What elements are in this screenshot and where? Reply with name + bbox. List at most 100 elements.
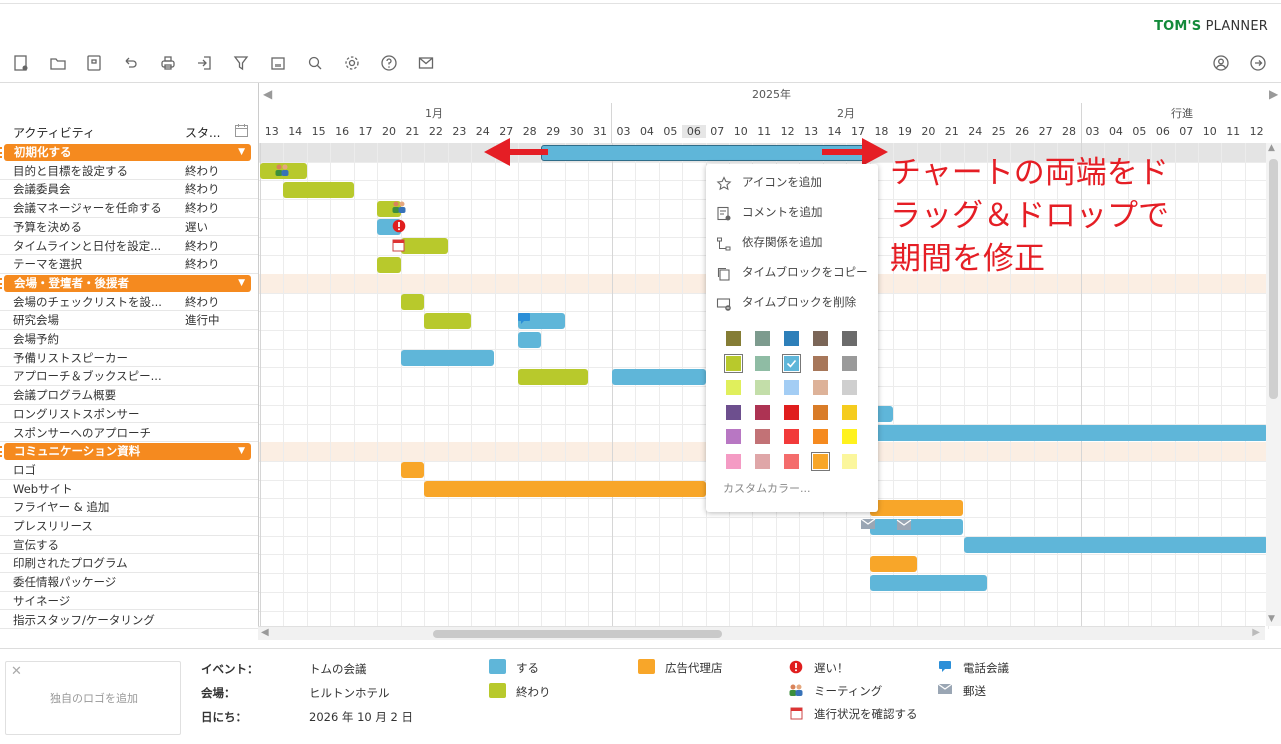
menu-item[interactable]: 依存関係を追加 xyxy=(706,228,878,256)
time-block[interactable] xyxy=(846,425,1269,441)
task-row[interactable]: ロングリストスポンサー xyxy=(0,405,258,424)
task-row[interactable]: フライヤー & 追加 xyxy=(0,498,258,517)
calendar-icon[interactable] xyxy=(234,123,249,141)
task-row[interactable]: 予備リストスピーカー xyxy=(0,349,258,368)
task-row[interactable]: プレスリリース xyxy=(0,517,258,536)
save-icon[interactable] xyxy=(83,52,105,74)
task-status[interactable]: 終わり xyxy=(185,162,245,180)
day-label[interactable]: 28 xyxy=(1057,125,1081,138)
color-swatch[interactable] xyxy=(784,429,799,444)
color-swatch[interactable] xyxy=(782,353,801,373)
time-block[interactable] xyxy=(869,555,917,572)
task-row[interactable]: 指示スタッフ/ケータリング xyxy=(0,611,258,629)
group-row[interactable]: 初期化する ▼ xyxy=(0,143,258,162)
task-label[interactable]: 会議委員会 xyxy=(13,180,173,198)
task-label[interactable]: 目的と目標を設定する xyxy=(13,162,173,180)
task-label[interactable]: 会議プログラム概要 xyxy=(13,386,173,404)
task-status[interactable]: 遅い xyxy=(185,218,245,236)
color-swatch[interactable] xyxy=(726,404,741,420)
day-label[interactable]: 12 xyxy=(1245,125,1269,138)
color-swatch[interactable] xyxy=(842,453,857,469)
folder-icon[interactable] xyxy=(47,52,69,74)
task-label[interactable]: 指示スタッフ/ケータリング xyxy=(13,611,173,629)
day-label[interactable]: 24 xyxy=(964,125,988,138)
day-label[interactable]: 23 xyxy=(448,125,472,138)
task-row[interactable]: サイネージ xyxy=(0,592,258,611)
color-swatch[interactable] xyxy=(726,429,741,444)
time-block[interactable] xyxy=(869,518,964,535)
color-swatch[interactable] xyxy=(755,429,770,444)
scroll-right-arrow-icon[interactable]: ▶ xyxy=(1252,627,1260,638)
day-label[interactable]: 06 xyxy=(1151,125,1175,138)
task-row[interactable]: 予算を決める 遅い xyxy=(0,218,258,237)
color-swatch[interactable] xyxy=(813,380,828,395)
time-block[interactable] xyxy=(400,350,495,367)
menu-item[interactable]: タイムブロックを削除 xyxy=(706,288,878,316)
filter-icon[interactable] xyxy=(230,52,252,74)
day-label[interactable]: 22 xyxy=(424,125,448,138)
color-swatch[interactable] xyxy=(784,380,799,395)
color-swatch[interactable] xyxy=(784,331,799,346)
task-status[interactable]: 終わり xyxy=(185,293,245,311)
logo-upload-box[interactable]: ✕ 独自のロゴを追加 xyxy=(5,661,181,735)
time-block[interactable] xyxy=(377,256,401,273)
task-label[interactable]: Webサイト xyxy=(13,480,173,498)
color-swatch[interactable] xyxy=(726,331,741,346)
task-row[interactable]: 会場のチェックリストを設... 終わり xyxy=(0,293,258,312)
task-label[interactable]: テーマを選択 xyxy=(13,255,173,273)
day-label[interactable]: 17 xyxy=(354,125,378,138)
export-icon[interactable] xyxy=(193,52,215,74)
day-label[interactable]: 25 xyxy=(987,125,1011,138)
task-label[interactable]: ロングリストスポンサー xyxy=(13,405,173,423)
task-status[interactable]: 終わり xyxy=(185,255,245,273)
group-row[interactable]: 会場・登壇者・後援者 ▼ xyxy=(0,274,258,293)
time-block[interactable] xyxy=(611,368,706,385)
task-row[interactable]: 研究会場 進行中 xyxy=(0,311,258,330)
task-label[interactable]: 会議マネージャーを任命する xyxy=(13,199,173,217)
group-row[interactable]: コミュニケーション資料 ▼ xyxy=(0,442,258,461)
color-swatch[interactable] xyxy=(842,429,857,444)
horizontal-scroll-thumb[interactable] xyxy=(433,630,722,638)
color-swatch[interactable] xyxy=(811,451,830,471)
time-block[interactable] xyxy=(517,368,589,385)
day-label[interactable]: 16 xyxy=(330,125,354,138)
task-row[interactable]: 会議プログラム概要 xyxy=(0,386,258,405)
day-label[interactable]: 20 xyxy=(917,125,941,138)
task-row[interactable]: 会議委員会 終わり xyxy=(0,180,258,200)
task-label[interactable]: 宣伝する xyxy=(13,536,173,554)
color-swatch[interactable] xyxy=(726,380,741,395)
mail-icon[interactable] xyxy=(415,52,437,74)
day-label[interactable]: 10 xyxy=(1198,125,1222,138)
chevron-down-icon[interactable]: ▼ xyxy=(238,275,245,292)
print-icon[interactable] xyxy=(157,52,179,74)
task-label[interactable]: フライヤー & 追加 xyxy=(13,498,173,516)
help-icon[interactable] xyxy=(378,52,400,74)
day-label[interactable]: 07 xyxy=(1175,125,1199,138)
time-block[interactable] xyxy=(869,499,964,516)
task-label[interactable]: スポンサーへのアプローチ xyxy=(13,424,173,442)
chevron-down-icon[interactable]: ▼ xyxy=(238,144,245,161)
day-label[interactable]: 11 xyxy=(1221,125,1245,138)
task-row[interactable]: ロゴ xyxy=(0,461,258,480)
task-row[interactable]: 印刷されたプログラム xyxy=(0,554,258,574)
color-swatch[interactable] xyxy=(813,404,828,420)
day-label[interactable]: 05 xyxy=(1128,125,1152,138)
color-swatch[interactable] xyxy=(813,429,828,444)
day-label[interactable]: 21 xyxy=(940,125,964,138)
task-row[interactable]: スポンサーへのアプローチ xyxy=(0,424,258,443)
color-swatch[interactable] xyxy=(784,404,799,420)
color-swatch[interactable] xyxy=(726,453,741,469)
task-label[interactable]: タイムラインと日付を設定... xyxy=(13,237,173,255)
day-label[interactable]: 14 xyxy=(283,125,307,138)
chevron-down-icon[interactable]: ▼ xyxy=(238,443,245,460)
task-status[interactable]: 終わり xyxy=(185,237,245,255)
color-swatch[interactable] xyxy=(755,355,770,371)
drag-handle-icon[interactable] xyxy=(0,446,3,458)
day-label[interactable]: 27 xyxy=(1034,125,1058,138)
day-label[interactable]: 15 xyxy=(307,125,331,138)
horizontal-scrollbar[interactable]: ◀ ▶ xyxy=(258,626,1265,640)
time-block[interactable] xyxy=(963,537,1269,554)
activity-column-header[interactable]: アクティビティ xyxy=(13,124,95,141)
task-status[interactable]: 終わり xyxy=(185,180,245,198)
time-block[interactable] xyxy=(283,181,354,198)
